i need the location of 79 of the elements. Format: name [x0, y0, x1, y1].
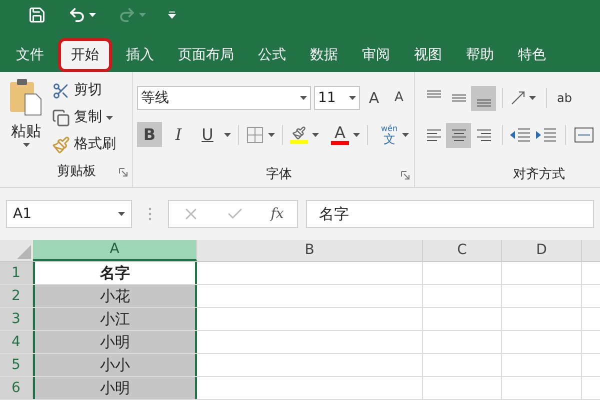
name-box[interactable]: A1 [6, 200, 132, 228]
table-cell[interactable]: 小明 [33, 377, 197, 399]
paste-button[interactable]: 粘贴 [0, 78, 52, 160]
column-header[interactable]: D [502, 240, 582, 261]
font-color-button[interactable]: A [331, 124, 349, 144]
column-header[interactable]: B [197, 240, 423, 261]
column-header[interactable]: C [423, 240, 502, 261]
ribbon-tab[interactable]: 特色 [508, 38, 556, 72]
font-size-field[interactable]: 11 [314, 86, 360, 110]
caret-icon [529, 96, 536, 100]
caret-icon [353, 132, 360, 136]
group-label: 字体 [266, 166, 292, 184]
grip-icon [148, 207, 152, 221]
row-header[interactable]: 1 [0, 262, 33, 284]
align-bottom-button[interactable] [471, 86, 496, 110]
scissors-icon [52, 82, 70, 100]
align-icon [424, 90, 442, 98]
row-header[interactable]: 3 [0, 308, 33, 330]
underline-button[interactable]: U [195, 122, 220, 147]
caret-icon [139, 13, 146, 17]
table-cell[interactable]: 小花 [33, 285, 197, 307]
row-header[interactable]: 2 [0, 285, 33, 307]
decrease-font-size-button[interactable]: A [388, 88, 410, 108]
italic-button[interactable]: I [166, 122, 191, 147]
fill-color-button[interactable] [290, 126, 308, 144]
cut-button[interactable]: 剪切 [52, 80, 116, 101]
copy-icon [52, 108, 70, 126]
merge-cells-icon[interactable] [574, 126, 594, 144]
group-label: 剪贴板 [57, 163, 96, 182]
customize-icon[interactable] [168, 11, 176, 19]
caret-icon [268, 132, 275, 136]
insert-function-button[interactable]: fx [270, 204, 284, 224]
row-header[interactable]: 4 [0, 331, 33, 353]
format-painter-button[interactable]: 格式刷 [52, 134, 116, 155]
caret-icon [312, 132, 319, 136]
row-header[interactable]: 5 [0, 354, 33, 376]
caret-icon [89, 13, 96, 17]
wrap-text-button[interactable]: ab [557, 92, 572, 104]
group-label: 对齐方式 [513, 166, 565, 184]
undo-icon[interactable] [68, 6, 96, 24]
save-icon[interactable] [28, 6, 46, 24]
caret-icon [118, 212, 125, 216]
copy-button[interactable]: 复制 [52, 107, 116, 128]
ribbon-tab[interactable]: 开始 [58, 38, 112, 72]
decrease-indent-icon[interactable] [509, 126, 531, 144]
dialog-launcher-icon[interactable] [119, 168, 128, 176]
align-icon [450, 94, 468, 102]
ribbon-tab[interactable]: 数据 [300, 38, 348, 72]
ribbon-tab[interactable]: 文件 [6, 38, 54, 72]
formula-input-field[interactable]: 名字 [306, 200, 594, 228]
ribbon-tab[interactable]: 页面布局 [168, 38, 244, 72]
table-cell[interactable]: 名字 [33, 262, 197, 284]
align-center-button[interactable] [446, 122, 471, 148]
caret-icon [300, 96, 307, 100]
ribbon-tab[interactable]: 视图 [404, 38, 452, 72]
phonetic-button[interactable]: wén 文 [381, 124, 398, 144]
caret-icon [106, 116, 113, 120]
borders-icon[interactable] [246, 126, 264, 144]
align-icon [474, 98, 492, 106]
bold-button[interactable]: B [137, 122, 162, 147]
caret-icon [349, 96, 356, 100]
font-name-field[interactable]: 等线 [137, 86, 311, 110]
table-cell[interactable]: 小江 [33, 308, 197, 330]
table-cell[interactable]: 小小 [33, 354, 197, 376]
ribbon-tab[interactable]: 帮助 [456, 38, 504, 72]
ribbon-tab[interactable]: 插入 [116, 38, 164, 72]
clipboard-icon [9, 78, 43, 116]
increase-indent-icon[interactable] [535, 126, 557, 144]
dialog-launcher-icon[interactable] [401, 170, 410, 180]
caret-icon [22, 142, 30, 146]
ribbon-tab[interactable]: 审阅 [352, 38, 400, 72]
increase-font-size-button[interactable]: A [363, 86, 385, 110]
row-header[interactable]: 6 [0, 377, 33, 399]
table-cell[interactable]: 小明 [33, 331, 197, 353]
paintbrush-icon [52, 136, 70, 154]
column-header[interactable]: A [33, 240, 197, 261]
caret-icon [224, 132, 231, 136]
ribbon-tab[interactable]: 公式 [248, 38, 296, 72]
caret-icon [402, 132, 409, 136]
